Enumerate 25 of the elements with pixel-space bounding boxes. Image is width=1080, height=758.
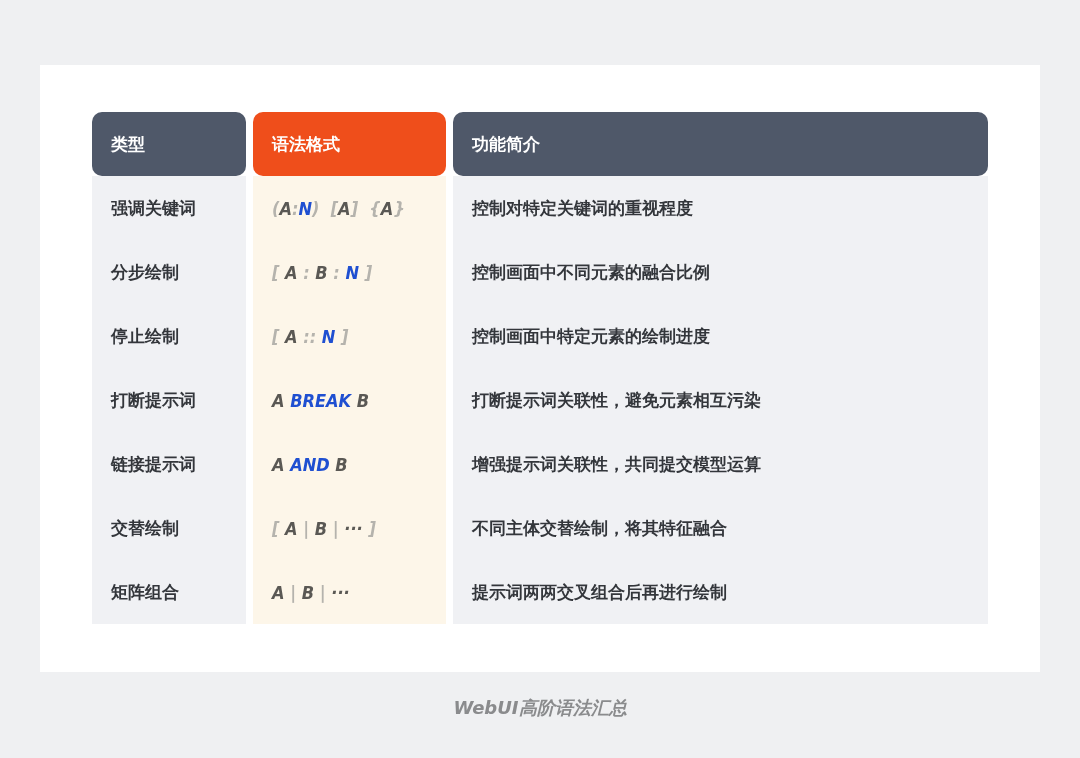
table-cell: 强调关键词 — [92, 176, 246, 240]
table-cell: 分步绘制 — [92, 240, 246, 304]
table-cell: 控制画面中不同元素的融合比例 — [453, 240, 988, 304]
caption: WebUI高阶语法汇总 — [453, 696, 627, 720]
syntax-cell: A AND B — [253, 432, 446, 496]
syntax-cell: A | B | ··· — [253, 560, 446, 624]
syntax-cell: (A:N) [A] {A} — [253, 176, 446, 240]
syntax-cell: A BREAK B — [253, 368, 446, 432]
table-cell: 增强提示词关联性，共同提交模型运算 — [453, 432, 988, 496]
table-cell: 停止绘制 — [92, 304, 246, 368]
table-cell: 交替绘制 — [92, 496, 246, 560]
table-cell: 打断提示词关联性，避免元素相互污染 — [453, 368, 988, 432]
table-cell: 控制画面中特定元素的绘制进度 — [453, 304, 988, 368]
syntax-cell: [ A | B | ··· ] — [253, 496, 446, 560]
column-header: 语法格式 — [253, 112, 446, 176]
column-header: 类型 — [92, 112, 246, 176]
table-cell: 不同主体交替绘制，将其特征融合 — [453, 496, 988, 560]
syntax-cell: [ A : B : N ] — [253, 240, 446, 304]
syntax-cell: [ A :: N ] — [253, 304, 446, 368]
column-header: 功能简介 — [453, 112, 988, 176]
table-cell: 控制对特定关键词的重视程度 — [453, 176, 988, 240]
table-cell: 打断提示词 — [92, 368, 246, 432]
table-cell: 矩阵组合 — [92, 560, 246, 624]
table-cell: 提示词两两交叉组合后再进行绘制 — [453, 560, 988, 624]
table-cell: 链接提示词 — [92, 432, 246, 496]
